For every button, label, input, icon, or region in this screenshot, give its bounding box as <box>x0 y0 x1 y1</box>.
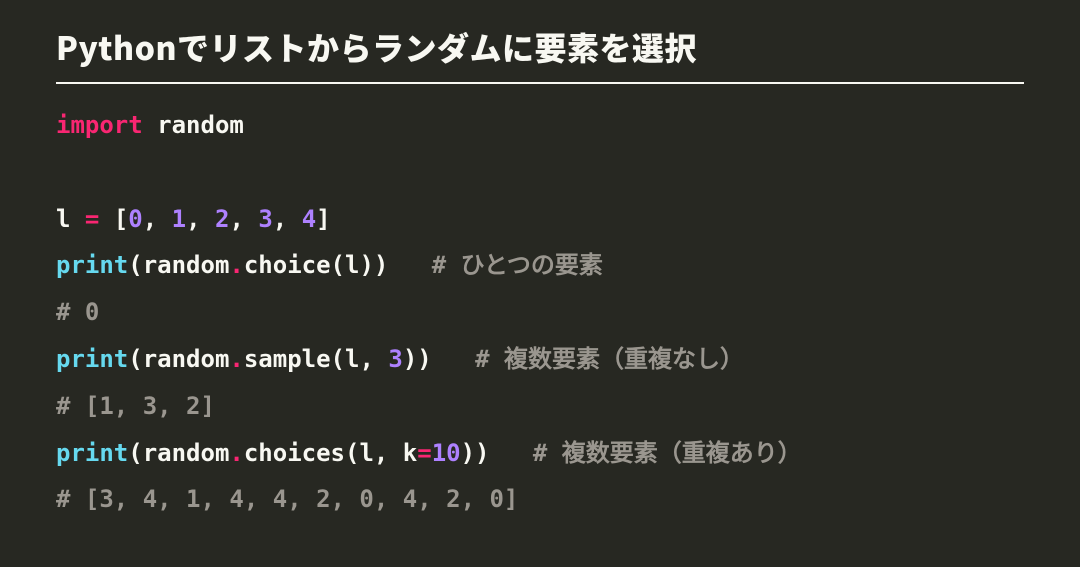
code-line: # 0 <box>56 298 99 326</box>
code-token: 3 <box>258 205 272 233</box>
code-token: # [1, 3, 2] <box>56 392 215 420</box>
code-token: import <box>56 111 143 139</box>
code-token: . <box>229 439 243 467</box>
code-token: )) <box>461 439 533 467</box>
code-token: , <box>229 205 258 233</box>
code-token: # 0 <box>56 298 99 326</box>
code-token: l <box>56 205 85 233</box>
page: Pythonでリストからランダムに要素を選択 import random l =… <box>0 0 1080 523</box>
code-token: [ <box>99 205 128 233</box>
code-token: print <box>56 345 128 373</box>
code-token: . <box>229 251 243 279</box>
code-token: (random <box>128 345 229 373</box>
code-token: print <box>56 251 128 279</box>
code-token: 4 <box>302 205 316 233</box>
code-token: 2 <box>215 205 229 233</box>
code-token: # 複数要素（重複あり） <box>533 439 802 467</box>
code-line: # [3, 4, 1, 4, 4, 2, 0, 4, 2, 0] <box>56 485 518 513</box>
code-line: print(random.sample(l, 3)) # 複数要素（重複なし） <box>56 345 744 373</box>
code-token: 3 <box>388 345 402 373</box>
code-token: = <box>85 205 99 233</box>
code-token: # ひとつの要素 <box>432 251 603 279</box>
code-token: # 複数要素（重複なし） <box>475 345 744 373</box>
code-token: . <box>229 345 243 373</box>
code-token: 0 <box>128 205 142 233</box>
code-token: choices(l, k <box>244 439 417 467</box>
code-line: # [1, 3, 2] <box>56 392 215 420</box>
code-token: print <box>56 439 128 467</box>
code-token: random <box>143 111 244 139</box>
code-token: 1 <box>172 205 186 233</box>
code-token: )) <box>403 345 475 373</box>
code-token: , <box>186 205 215 233</box>
code-line: import random <box>56 111 244 139</box>
code-token: # [3, 4, 1, 4, 4, 2, 0, 4, 2, 0] <box>56 485 518 513</box>
code-block: import random l = [0, 1, 2, 3, 4] print(… <box>56 102 1024 523</box>
code-line: l = [0, 1, 2, 3, 4] <box>56 205 331 233</box>
code-token: (random <box>128 251 229 279</box>
code-token: (random <box>128 439 229 467</box>
code-line: print(random.choices(l, k=10)) # 複数要素（重複… <box>56 439 802 467</box>
code-token: , <box>273 205 302 233</box>
code-token: 10 <box>432 439 461 467</box>
code-token: = <box>417 439 431 467</box>
code-token: , <box>143 205 172 233</box>
code-token: choice(l)) <box>244 251 432 279</box>
code-line: print(random.choice(l)) # ひとつの要素 <box>56 251 603 279</box>
code-token: ] <box>316 205 330 233</box>
code-token: sample(l, <box>244 345 389 373</box>
page-title: Pythonでリストからランダムに要素を選択 <box>56 24 1024 84</box>
